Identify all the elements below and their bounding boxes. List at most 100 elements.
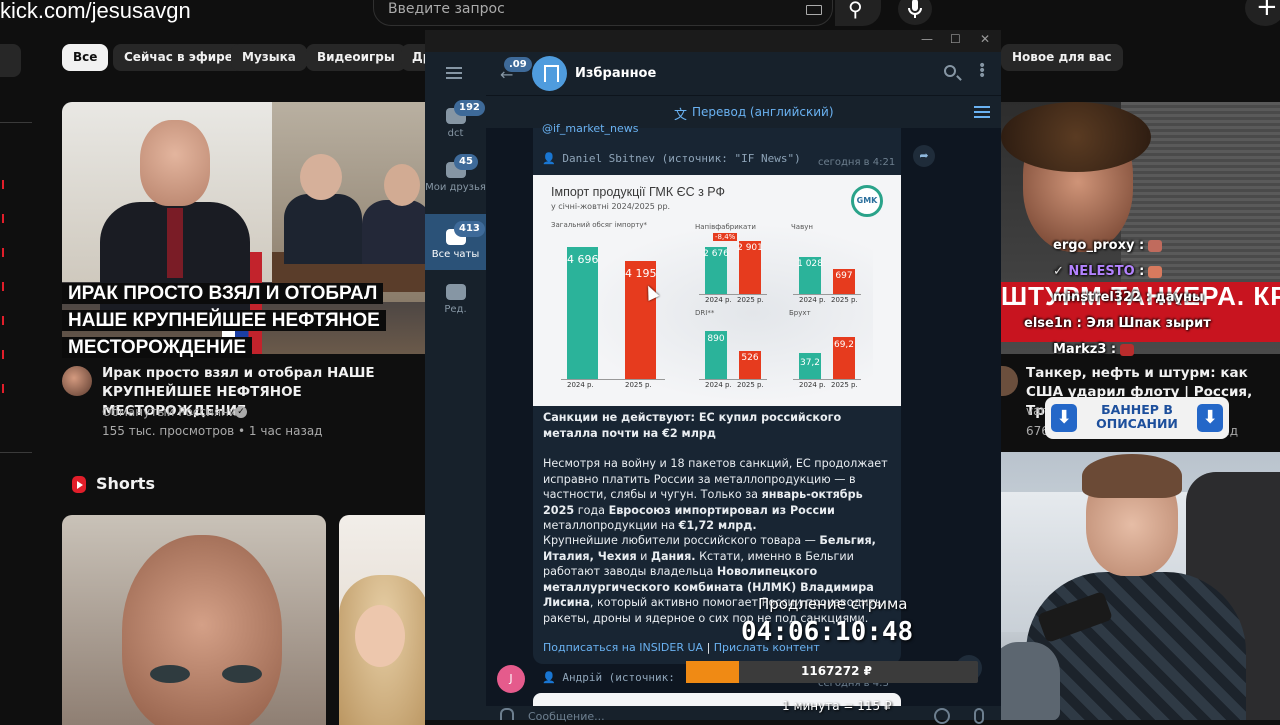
folder-friends[interactable]: 45 Мои друзья: [425, 154, 486, 194]
maximize-icon[interactable]: ☐: [950, 32, 961, 46]
channel-avatar[interactable]: [998, 366, 1018, 396]
chip-new-for-you[interactable]: Новое для вас: [1001, 44, 1123, 71]
sidebar-divider: [0, 452, 32, 453]
folder-dct[interactable]: 192 dct: [425, 100, 486, 140]
shorts-icon: [72, 476, 86, 493]
bar-value: 69,2: [833, 340, 855, 350]
verified-icon: ✓: [235, 406, 247, 418]
donation-rate: 1 минута = 115 ₽: [782, 699, 892, 713]
year-label: 2025 р.: [737, 381, 764, 389]
channel-avatar[interactable]: [62, 366, 92, 396]
panel-label: Загальний обсяг імпорту*: [551, 221, 648, 229]
emote-icon: [1120, 343, 1135, 356]
forwarded-from[interactable]: 👤 Daniel Sbitnev (источник: "IF News"): [542, 152, 801, 165]
bar-value: 4 696: [567, 253, 599, 266]
sidebar-collapsed-item[interactable]: [0, 44, 21, 77]
year-label: 2024 р.: [799, 296, 826, 304]
post-image[interactable]: Імпорт продукції ГМК ЄС з РФ у січні-жов…: [533, 175, 901, 406]
bar-value: 1 028: [797, 259, 823, 269]
emoji-icon[interactable]: [934, 708, 950, 724]
translate-icon: 文: [674, 108, 688, 123]
unread-badge: 192: [454, 100, 485, 116]
mic-icon[interactable]: [974, 708, 984, 724]
panel-label: Чавун: [791, 223, 813, 231]
live-indicator-icon: [0, 282, 7, 291]
stream-overlay-url: kick.com/jesusavgn: [0, 0, 191, 23]
minimize-icon[interactable]: —: [921, 32, 933, 46]
year-label: 2024 р.: [799, 381, 826, 389]
thumbnail-caption: ИРАК ПРОСТО ВЗЯЛ И ОТОБРАЛ НАШЕ КРУПНЕЙШ…: [62, 280, 425, 361]
bar-value: 697: [835, 271, 853, 281]
attach-icon[interactable]: [500, 708, 514, 720]
chat-message: ✓ NELESTO :: [1053, 264, 1163, 279]
video-meta: 155 тыс. просмотров • 1 час назад: [102, 424, 323, 438]
more-icon[interactable]: •••: [978, 59, 986, 83]
bar-value: 37,2: [799, 358, 821, 368]
chat-title[interactable]: Избранное: [575, 66, 656, 81]
chat-message: else1n : Эля Шпак зырит: [1024, 316, 1211, 331]
chip-live[interactable]: Сейчас в эфире: [113, 44, 244, 71]
panel-label: Напівфабрикати: [695, 223, 756, 231]
emote-icon: [1148, 265, 1163, 278]
translate-label[interactable]: Перевод (английский): [692, 105, 834, 119]
panel-label: DRI**: [695, 309, 715, 317]
menu-icon[interactable]: [446, 67, 462, 79]
emote-icon: [1148, 239, 1163, 252]
short-thumbnail[interactable]: [339, 515, 425, 725]
shorts-heading: Shorts: [96, 474, 155, 493]
donation-goal-amount: 1167272 ₽: [801, 664, 872, 678]
message-link[interactable]: @if_market_news: [542, 122, 638, 135]
folder-edit[interactable]: Ред.: [425, 284, 486, 316]
search-icon[interactable]: [944, 65, 956, 77]
chat-message: Markz3 :: [1053, 342, 1135, 357]
year-label: 2025 р.: [625, 381, 652, 389]
chip-games[interactable]: Видеоигры: [306, 44, 406, 71]
live-indicator-icon: [0, 214, 7, 223]
channel-name[interactable]: Обманутый Россиянин: [102, 405, 245, 419]
live-indicator-icon: [0, 350, 7, 359]
keyboard-icon[interactable]: [806, 5, 822, 15]
donation-goal-fill: [686, 661, 739, 683]
arrow-down-icon: ⬇: [1197, 404, 1223, 432]
search-icon: ⚲: [848, 0, 863, 21]
bar-value: 526: [741, 353, 759, 363]
year-label: 2025 р.: [831, 296, 858, 304]
year-label: 2024 р.: [567, 381, 594, 389]
edit-folders-icon: [445, 284, 466, 300]
unread-badge: 45: [454, 154, 478, 170]
folder-rail: [425, 52, 486, 720]
bar-value: 2 676: [703, 249, 729, 259]
forwarded-from[interactable]: 👤 Андрій (источник:: [542, 671, 675, 684]
share-icon[interactable]: ➦: [913, 145, 935, 167]
folder-all-chats-label[interactable]: 413 Все чаты: [425, 221, 486, 261]
short-thumbnail[interactable]: [62, 515, 326, 725]
message-input[interactable]: Сообщение...: [528, 710, 605, 723]
bookmark-icon[interactable]: [532, 56, 567, 91]
stream-timer-label: Продление стрима: [758, 595, 908, 613]
plus-icon: +: [1256, 0, 1278, 22]
infographic-subtitle: у січні-жовтні 2024/2025 рр.: [551, 202, 671, 211]
bar-2024: [567, 247, 598, 379]
bar-value: 890: [707, 334, 725, 344]
chip-all[interactable]: Все: [62, 44, 109, 71]
unread-badge: .09: [504, 57, 532, 72]
post-paragraph: Несмотря на войну и 18 пакетов санкций, …: [543, 457, 888, 532]
settings-icon[interactable]: [974, 106, 990, 118]
panel-label: Брухт: [789, 309, 811, 317]
channel-name[interactable]: var: [1026, 404, 1045, 418]
close-icon[interactable]: ✕: [980, 32, 990, 46]
webcam-feed: [986, 452, 1280, 720]
banner-text: БАННЕР В ОПИСАНИИ: [1096, 402, 1178, 431]
search-placeholder: Введите запрос: [388, 1, 505, 17]
live-indicator-icon: [0, 248, 7, 257]
window-titlebar[interactable]: [425, 30, 1001, 52]
chip-music[interactable]: Музыка: [231, 44, 307, 71]
year-label: 2024 р.: [705, 381, 732, 389]
sidebar-divider: [0, 122, 32, 123]
sender-avatar[interactable]: J: [497, 665, 525, 693]
live-indicator-icon: [0, 316, 7, 325]
chat-message: minstrel322 : дауны: [1053, 290, 1204, 305]
chat-message: ergo_proxy :: [1053, 238, 1163, 253]
subscribe-link[interactable]: Подписаться на INSIDER UA: [543, 641, 703, 654]
live-indicator-icon: [0, 384, 7, 393]
